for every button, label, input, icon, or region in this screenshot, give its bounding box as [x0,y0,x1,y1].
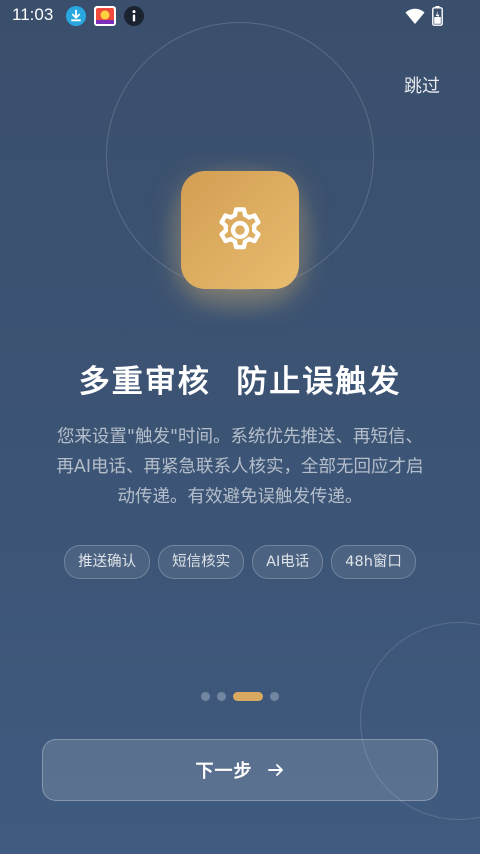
status-time: 11:03 [12,5,54,24]
page-dot [270,692,279,701]
app-notification-icon [94,6,116,26]
next-button[interactable]: 下一步 [42,739,438,801]
page-dot [201,692,210,701]
feature-icon-tile [181,171,299,289]
download-icon [66,6,86,26]
next-button-label: 下一步 [195,761,253,782]
chip-push-confirm: 推送确认 [64,545,151,579]
page-dot [217,692,226,701]
feature-chips: 推送确认 短信核实 AI电话 48h窗口 [0,545,480,579]
page-title: 多重审核 防止误触发 [78,364,402,400]
onboarding-screen: 11:03 跳过 多重审核 防止误触发 您来设置"触发"时间。系统优先推送、再短… [0,0,480,854]
chip-ai-call: AI电话 [252,545,324,579]
battery-icon [432,6,443,26]
page-dot-active [233,692,263,701]
info-icon [124,6,144,26]
chip-48h-window: 48h窗口 [331,545,416,579]
wifi-icon [405,7,425,25]
gear-icon [219,207,261,250]
page-indicator [0,692,480,701]
chip-sms-verify: 短信核实 [158,545,245,579]
arrow-right-icon [267,764,283,776]
skip-button[interactable]: 跳过 [404,72,440,98]
status-bar: 11:03 [0,0,480,32]
page-description: 您来设置"触发"时间。系统优先推送、再短信、再AI电话、再紧急联系人核实，全部无… [56,427,424,507]
